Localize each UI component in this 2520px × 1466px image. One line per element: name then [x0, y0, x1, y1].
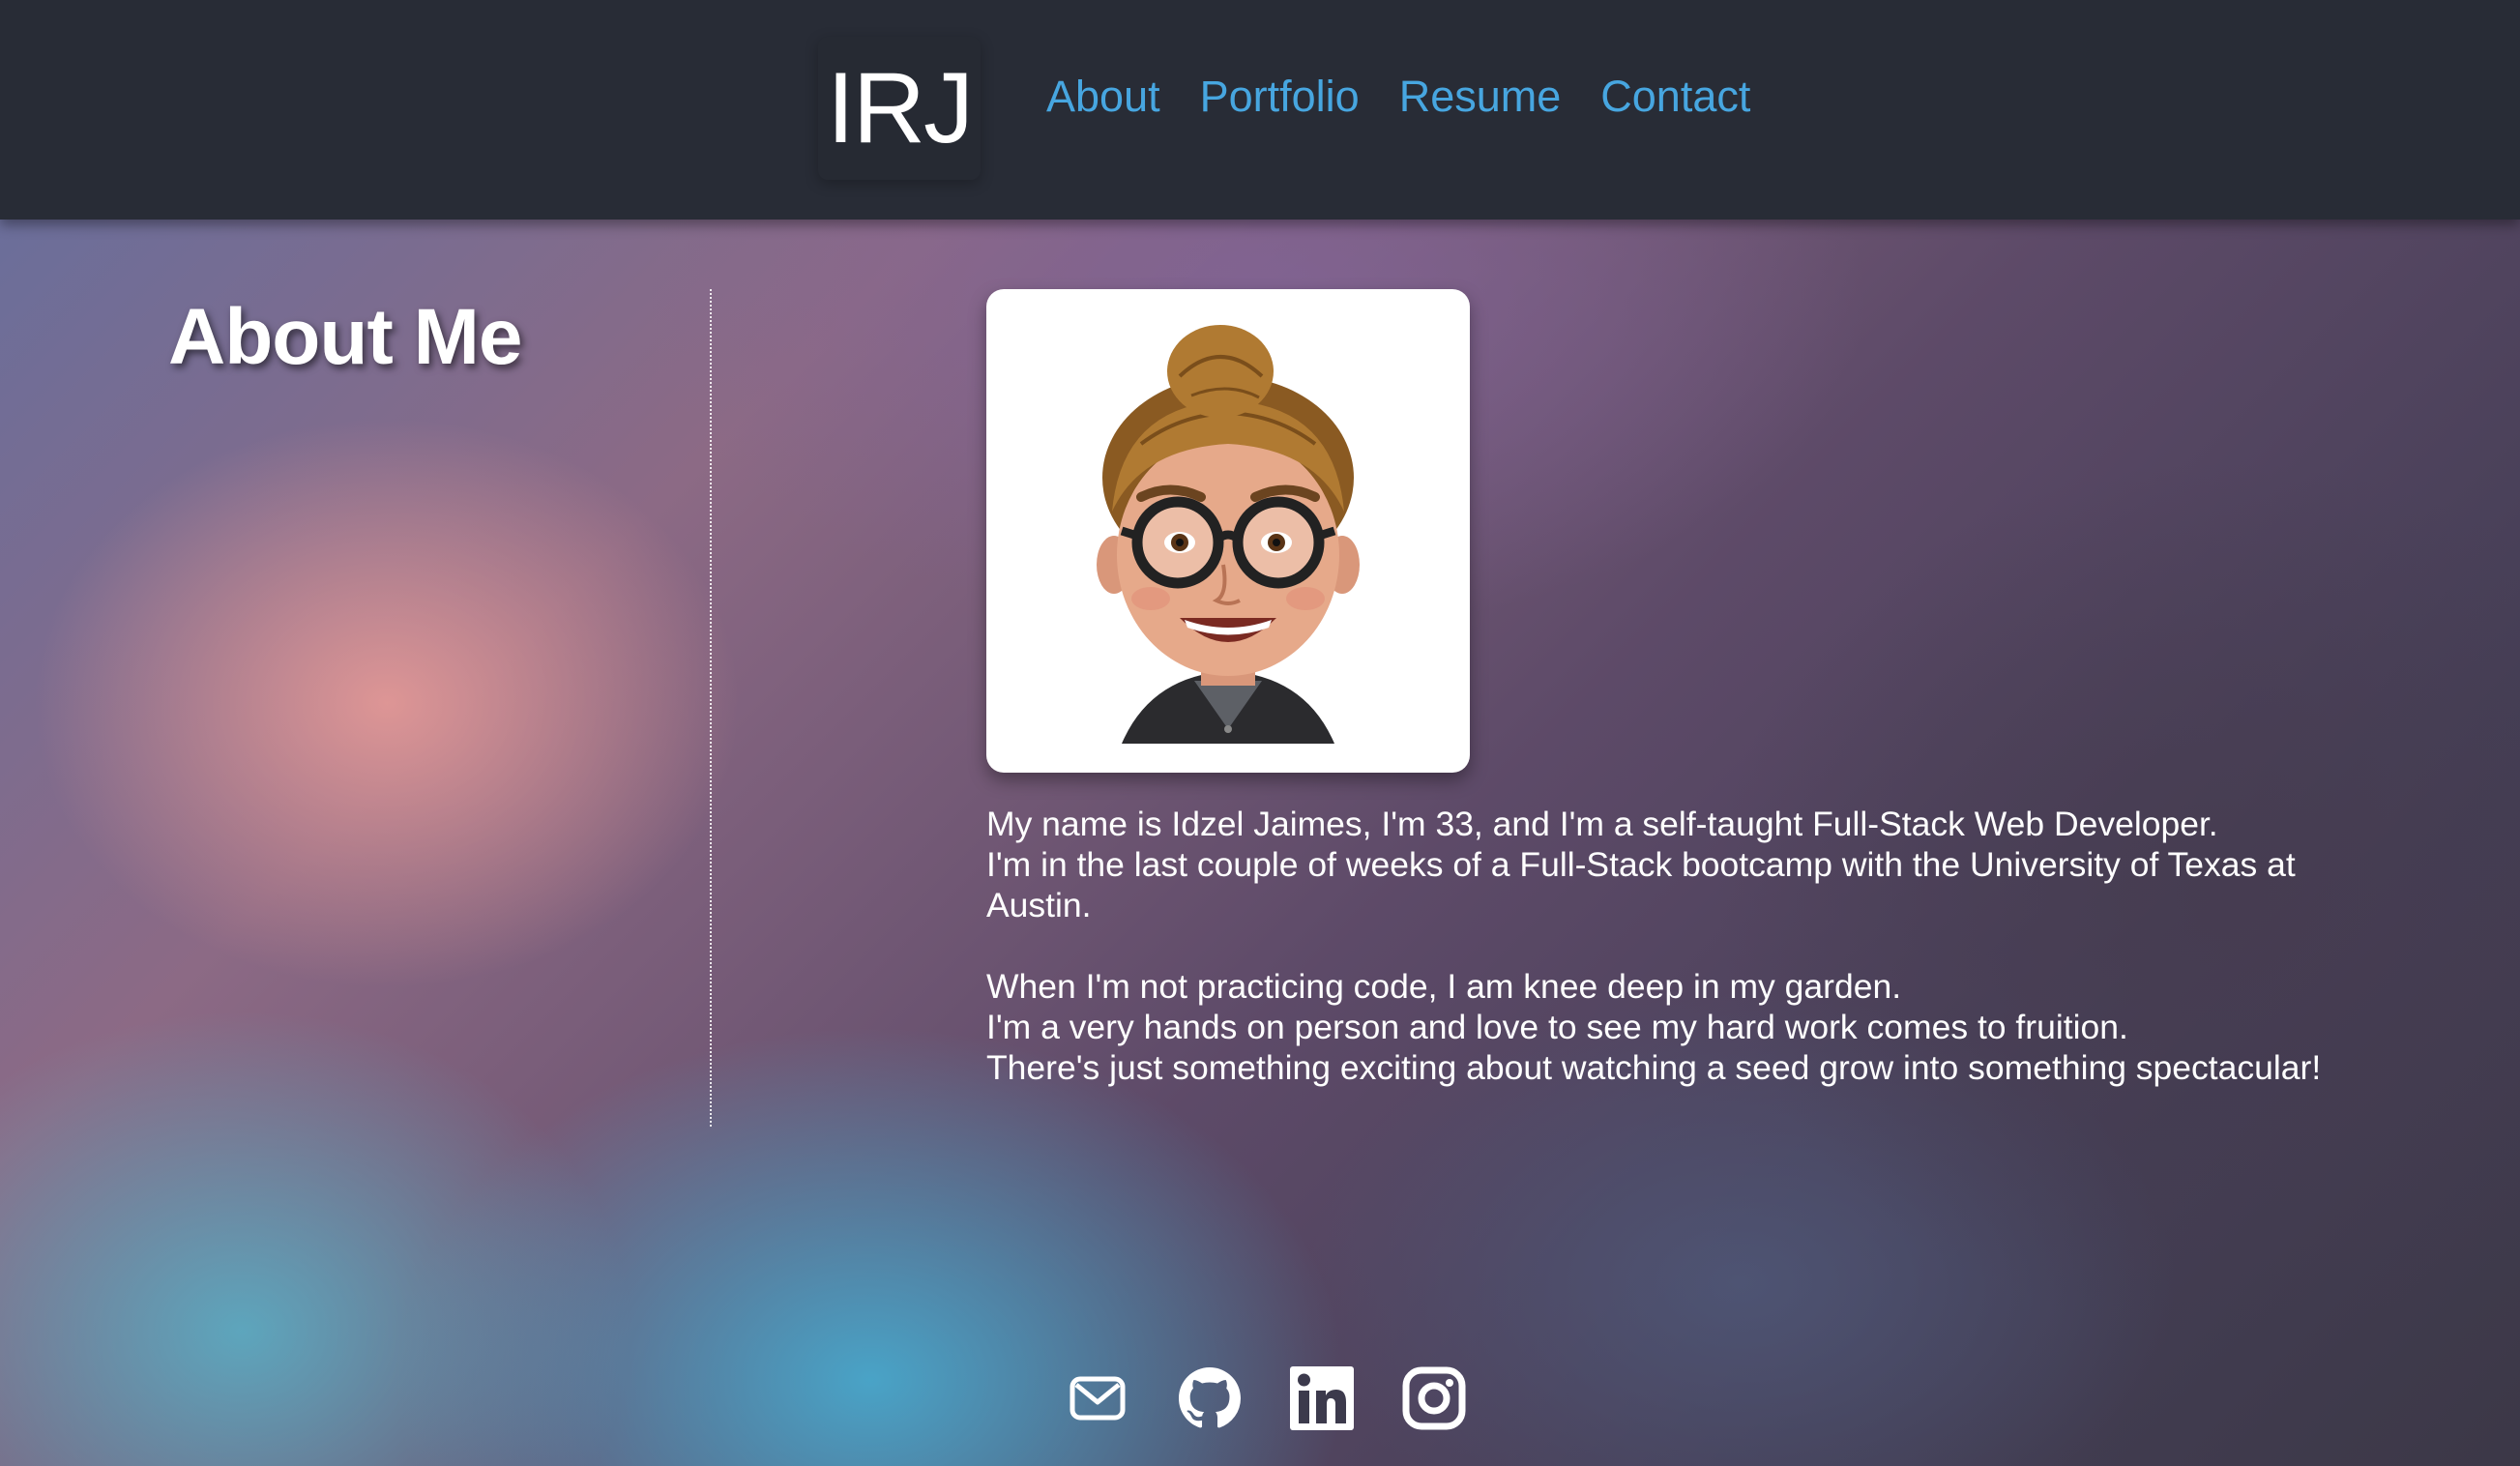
section-title: About Me — [168, 293, 522, 381]
instagram-icon[interactable] — [1400, 1364, 1468, 1432]
main-nav: About Portfolio Resume Contact — [1046, 64, 1790, 130]
about-section: About Me My name is Idzel Jaimes, I'm 33… — [0, 220, 2520, 1466]
nav-link-about[interactable]: About — [1046, 64, 1160, 130]
bio-line: When I'm not practicing code, I am knee … — [986, 967, 1902, 1006]
brand-logo[interactable]: IRJ — [818, 37, 981, 180]
bio-line: I'm a very hands on person and love to s… — [986, 1008, 2128, 1046]
github-icon[interactable] — [1176, 1364, 1244, 1432]
email-icon[interactable] — [1064, 1364, 1131, 1432]
bio-text: My name is Idzel Jaimes, I'm 33, and I'm… — [986, 804, 2398, 1088]
site-header: IRJ About Portfolio Resume Contact — [0, 0, 2520, 220]
bio-line: There's just something exciting about wa… — [986, 1048, 2322, 1087]
linkedin-icon[interactable] — [1288, 1364, 1356, 1432]
avatar — [986, 289, 1470, 773]
section-divider — [710, 289, 712, 1127]
nav-link-contact[interactable]: Contact — [1600, 64, 1750, 130]
bio-line: My name is Idzel Jaimes, I'm 33, and I'm… — [986, 805, 2218, 843]
nav-link-portfolio[interactable]: Portfolio — [1200, 64, 1360, 130]
nav-link-resume[interactable]: Resume — [1399, 64, 1562, 130]
social-links — [1064, 1364, 1512, 1432]
bio-line: I'm in the last couple of weeks of a Ful… — [986, 845, 2296, 924]
avatar-illustration — [1097, 325, 1360, 744]
